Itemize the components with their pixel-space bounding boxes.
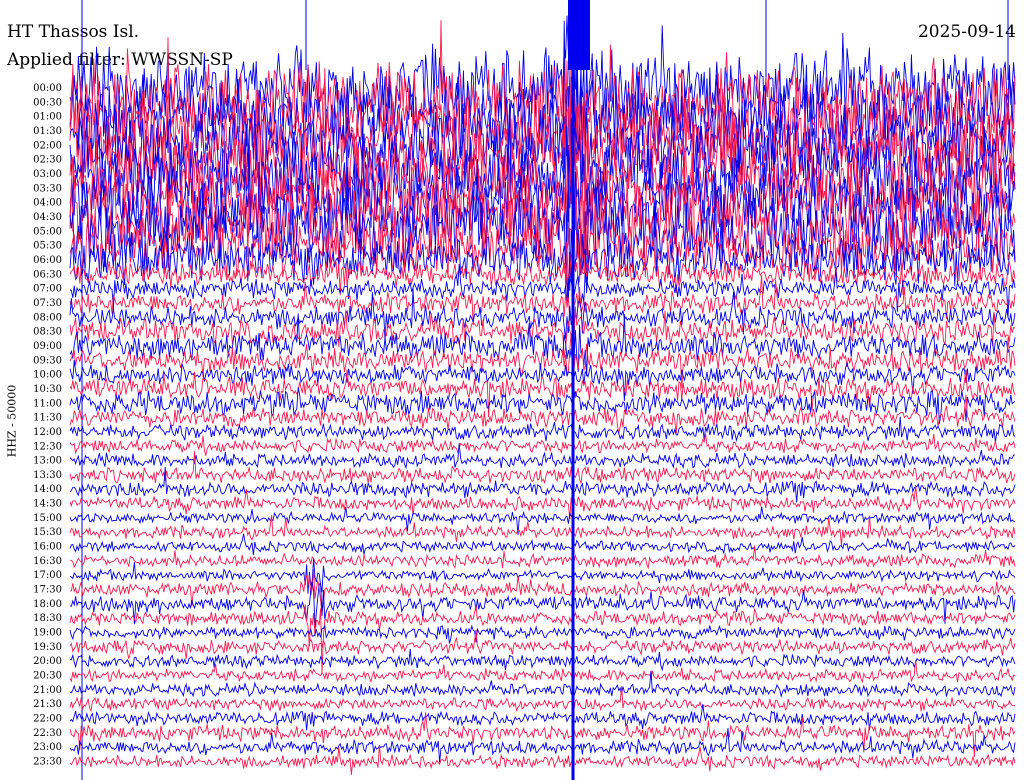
time-tick-label: 09:30	[33, 355, 62, 366]
time-tick-label: 04:30	[33, 212, 62, 223]
time-tick-label: 10:30	[33, 384, 62, 395]
time-tick-label: 16:30	[33, 556, 62, 567]
trace-line	[69, 704, 1016, 731]
trace-line	[69, 629, 1016, 660]
time-tick-label: 14:30	[33, 499, 62, 510]
time-tick-label: 20:30	[33, 671, 62, 682]
time-tick-label: 22:30	[33, 728, 62, 739]
time-tick-label: 06:00	[33, 255, 62, 266]
trace-line	[69, 648, 1016, 672]
time-tick-label: 01:30	[33, 126, 62, 137]
event-spike	[568, 0, 590, 70]
trace-line	[69, 450, 1016, 485]
time-tick-label: 21:30	[33, 699, 62, 710]
time-tick-label: 03:30	[33, 183, 62, 194]
time-tick-label: 19:30	[33, 642, 62, 653]
time-tick-label: 00:00	[33, 83, 62, 94]
time-tick-label: 12:30	[33, 441, 62, 452]
time-tick-label: 10:00	[33, 370, 62, 381]
time-tick-label: 13:30	[33, 470, 62, 481]
time-tick-label: 03:00	[33, 169, 62, 180]
time-tick-label: 22:00	[33, 714, 62, 725]
time-tick-label: 23:00	[33, 742, 62, 753]
seismogram-chart: 00:00 00:30 01:00 01:30 02:00 02:30 03:00 03:30…	[33, 0, 1016, 780]
time-tick-label: 08:30	[33, 327, 62, 338]
time-tick-label: 01:00	[33, 112, 62, 123]
time-tick-label: 02:00	[33, 140, 62, 151]
time-tick-label: 11:30	[33, 413, 62, 424]
time-tick-label: 14:00	[33, 484, 62, 495]
time-tick-label: 13:00	[33, 456, 62, 467]
time-tick-label: 23:30	[33, 757, 62, 768]
time-tick-label: 04:00	[33, 198, 62, 209]
time-tick-label: 20:00	[33, 656, 62, 667]
trace-line	[69, 443, 1016, 470]
time-tick-label: 08:00	[33, 312, 62, 323]
time-tick-label: 19:00	[33, 628, 62, 639]
time-tick-label: 17:00	[33, 570, 62, 581]
trace-line	[69, 288, 1016, 341]
time-tick-label: 15:00	[33, 513, 62, 524]
time-tick-label: 09:00	[33, 341, 62, 352]
time-tick-label: 12:00	[33, 427, 62, 438]
time-tick-label: 18:30	[33, 613, 62, 624]
trace-line	[69, 533, 1016, 556]
trace-line	[69, 604, 1016, 674]
time-tick-label: 18:00	[33, 599, 62, 610]
time-tick-label: 16:00	[33, 542, 62, 553]
time-tick-label: 07:00	[33, 284, 62, 295]
trace-line	[69, 659, 1016, 684]
time-tick-label: 11:00	[33, 398, 62, 409]
time-tick-label: 17:30	[33, 585, 62, 596]
time-tick-label: 02:30	[33, 155, 62, 166]
time-tick-label: 00:30	[33, 97, 62, 108]
trace-line	[69, 727, 1016, 763]
time-tick-label: 21:00	[33, 685, 62, 696]
time-tick-label: 07:30	[33, 298, 62, 309]
time-tick-label: 05:30	[33, 241, 62, 252]
time-tick-label: 06:30	[33, 269, 62, 280]
trace-line	[69, 313, 1016, 377]
time-tick-label: 05:00	[33, 226, 62, 237]
time-tick-label: 15:30	[33, 527, 62, 538]
